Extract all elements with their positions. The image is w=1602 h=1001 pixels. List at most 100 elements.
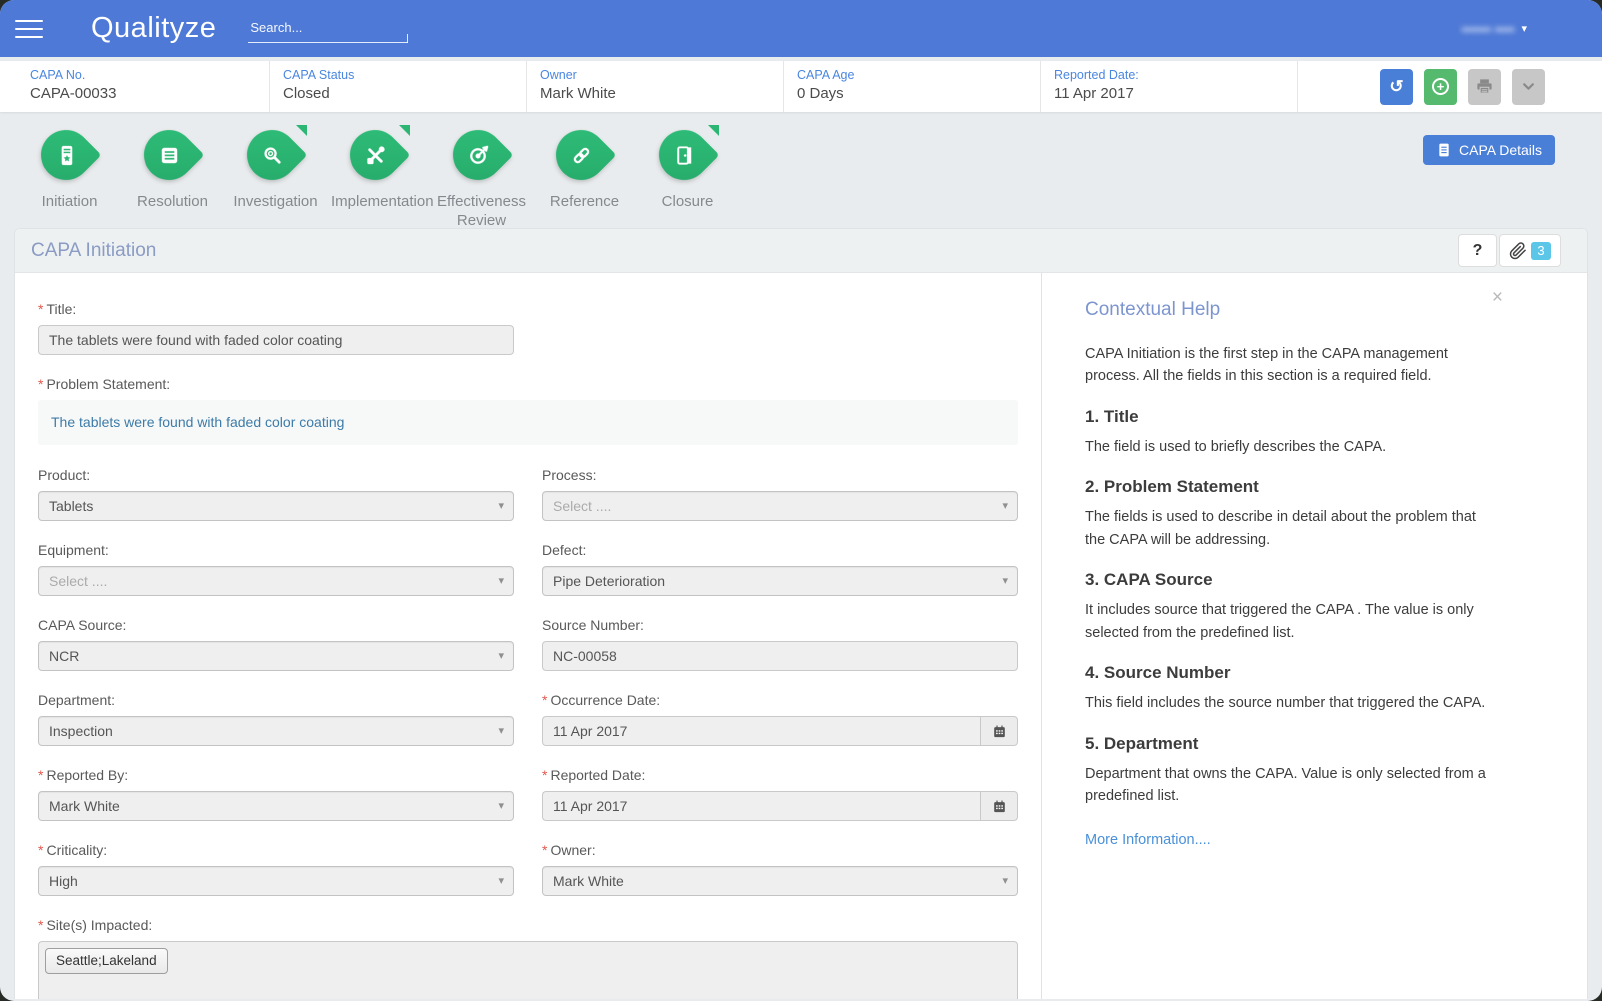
select-caret-icon: ▾: [1002, 574, 1008, 587]
capa-age-label: CAPA Age: [797, 68, 1040, 82]
occurrence-date-field: *Occurrence Date:: [542, 692, 1018, 746]
step-effectiveness-review[interactable]: Effectiveness Review: [434, 128, 529, 228]
user-menu[interactable]: •••••• •••• ▾: [1462, 21, 1527, 37]
process-select[interactable]: Select .... ▾: [542, 491, 1018, 521]
step-closure[interactable]: Closure: [640, 128, 735, 228]
attachments-button[interactable]: 3: [1499, 234, 1561, 267]
capa-details-button[interactable]: CAPA Details: [1423, 135, 1555, 165]
select-caret-icon: ▾: [498, 574, 504, 587]
criticality-label: *Criticality:: [38, 842, 514, 858]
help-button[interactable]: ?: [1458, 234, 1497, 267]
print-button[interactable]: [1468, 69, 1501, 105]
investigation-icon: [260, 144, 283, 167]
attachment-count-badge: 3: [1531, 242, 1550, 260]
defect-field: Defect: Pipe Deterioration ▾: [542, 542, 1018, 596]
select-caret-icon: ▾: [498, 499, 504, 512]
title-input[interactable]: [38, 325, 514, 355]
record-summary-bar: CAPA No. CAPA-00033 CAPA Status Closed O…: [0, 61, 1602, 112]
record-actions: ↺ +: [1298, 69, 1602, 105]
chevron-down-icon: [1520, 78, 1537, 95]
owner-select[interactable]: Mark White ▾: [542, 866, 1018, 896]
select-caret-icon: ▾: [498, 874, 504, 887]
defect-select[interactable]: Pipe Deterioration ▾: [542, 566, 1018, 596]
owner-field: Owner Mark White: [527, 61, 784, 112]
resolution-icon: [157, 144, 180, 167]
product-select[interactable]: Tablets ▾: [38, 491, 514, 521]
help-heading: 1. Title: [1085, 407, 1499, 427]
step-implementation[interactable]: Implementation: [331, 128, 426, 228]
help-heading: 4. Source Number: [1085, 663, 1499, 683]
required-marker: *: [38, 376, 43, 392]
step-flag-icon: [708, 125, 719, 136]
occurrence-date-input[interactable]: [542, 716, 980, 746]
reported-by-field: *Reported By: Mark White ▾: [38, 767, 514, 821]
help-intro: CAPA Initiation is the first step in the…: [1085, 343, 1499, 388]
step-reference[interactable]: Reference: [537, 128, 632, 228]
top-navbar: Qualityze •••••• •••• ▾: [0, 0, 1602, 57]
printer-icon: [1475, 77, 1494, 96]
select-caret-icon: ▾: [1002, 499, 1008, 512]
step-label: Initiation: [22, 193, 117, 212]
help-title: Contextual Help: [1085, 299, 1499, 321]
criticality-select[interactable]: High ▾: [38, 866, 514, 896]
capa-age-field: CAPA Age 0 Days: [784, 61, 1041, 112]
source-number-input[interactable]: [542, 641, 1018, 671]
step-investigation[interactable]: Investigation: [228, 128, 323, 228]
owner-form-label: *Owner:: [542, 842, 1018, 858]
product-label: Product:: [38, 467, 514, 483]
user-name-blurred: •••••• ••••: [1462, 21, 1515, 37]
occurrence-date-label: *Occurrence Date:: [542, 692, 1018, 708]
step-resolution[interactable]: Resolution: [125, 128, 220, 228]
search-box: [248, 14, 408, 43]
app-window: Qualityze •••••• •••• ▾ CAPA No. CAPA-00…: [0, 0, 1602, 1001]
site-chip: Seattle;Lakeland: [45, 948, 168, 974]
help-body: The fields is used to describe in detail…: [1085, 506, 1499, 551]
history-icon: ↺: [1389, 77, 1403, 97]
capa-source-select[interactable]: NCR ▾: [38, 641, 514, 671]
help-body: It includes source that triggered the CA…: [1085, 599, 1499, 644]
reported-date-input[interactable]: [542, 791, 980, 821]
step-initiation[interactable]: Initiation: [22, 128, 117, 228]
reported-date-picker-button[interactable]: [980, 791, 1018, 821]
step-label: Implementation: [331, 193, 426, 212]
reported-date-label: Reported Date:: [1054, 68, 1297, 82]
select-caret-icon: ▾: [498, 799, 504, 812]
select-caret-icon: ▾: [498, 724, 504, 737]
history-button[interactable]: ↺: [1380, 69, 1413, 105]
owner-label: Owner: [540, 68, 783, 82]
document-icon: [1436, 142, 1452, 158]
panel-header: CAPA Initiation ? 3: [15, 229, 1587, 273]
department-label: Department:: [38, 692, 514, 708]
problem-statement-label: *Problem Statement:: [38, 376, 1032, 392]
capa-status-label: CAPA Status: [283, 68, 526, 82]
close-icon[interactable]: ×: [1492, 287, 1503, 309]
menu-icon[interactable]: [15, 14, 43, 44]
problem-statement-field: *Problem Statement: The tablets were fou…: [38, 376, 1032, 445]
step-label: Reference: [537, 193, 632, 212]
problem-statement-text[interactable]: The tablets were found with faded color …: [38, 400, 1018, 445]
step-label: Investigation: [228, 193, 323, 212]
capa-no-field: CAPA No. CAPA-00033: [0, 61, 270, 112]
more-information-link[interactable]: More Information....: [1085, 832, 1211, 848]
reported-date-field: Reported Date: 11 Apr 2017: [1041, 61, 1298, 112]
step-flag-icon: [399, 125, 410, 136]
step-label: Resolution: [125, 193, 220, 212]
sites-impacted-field: *Site(s) Impacted: Seattle;Lakeland: [38, 917, 1032, 999]
source-number-label: Source Number:: [542, 617, 1018, 633]
reported-by-select[interactable]: Mark White ▾: [38, 791, 514, 821]
help-heading: 5. Department: [1085, 734, 1499, 754]
sites-impacted-input[interactable]: Seattle;Lakeland: [38, 941, 1018, 999]
expand-button[interactable]: [1512, 69, 1545, 105]
equipment-select[interactable]: Select .... ▾: [38, 566, 514, 596]
capa-age-value: 0 Days: [797, 85, 1040, 102]
help-heading: 3. CAPA Source: [1085, 570, 1499, 590]
occurrence-date-picker-button[interactable]: [980, 716, 1018, 746]
search-input[interactable]: [248, 14, 408, 43]
implementation-icon: [363, 144, 386, 167]
defect-label: Defect:: [542, 542, 1018, 558]
capa-status-field: CAPA Status Closed: [270, 61, 527, 112]
help-body: This field includes the source number th…: [1085, 692, 1499, 714]
plus-circle-icon: +: [1432, 78, 1449, 95]
department-select[interactable]: Inspection ▾: [38, 716, 514, 746]
add-button[interactable]: +: [1424, 69, 1457, 105]
